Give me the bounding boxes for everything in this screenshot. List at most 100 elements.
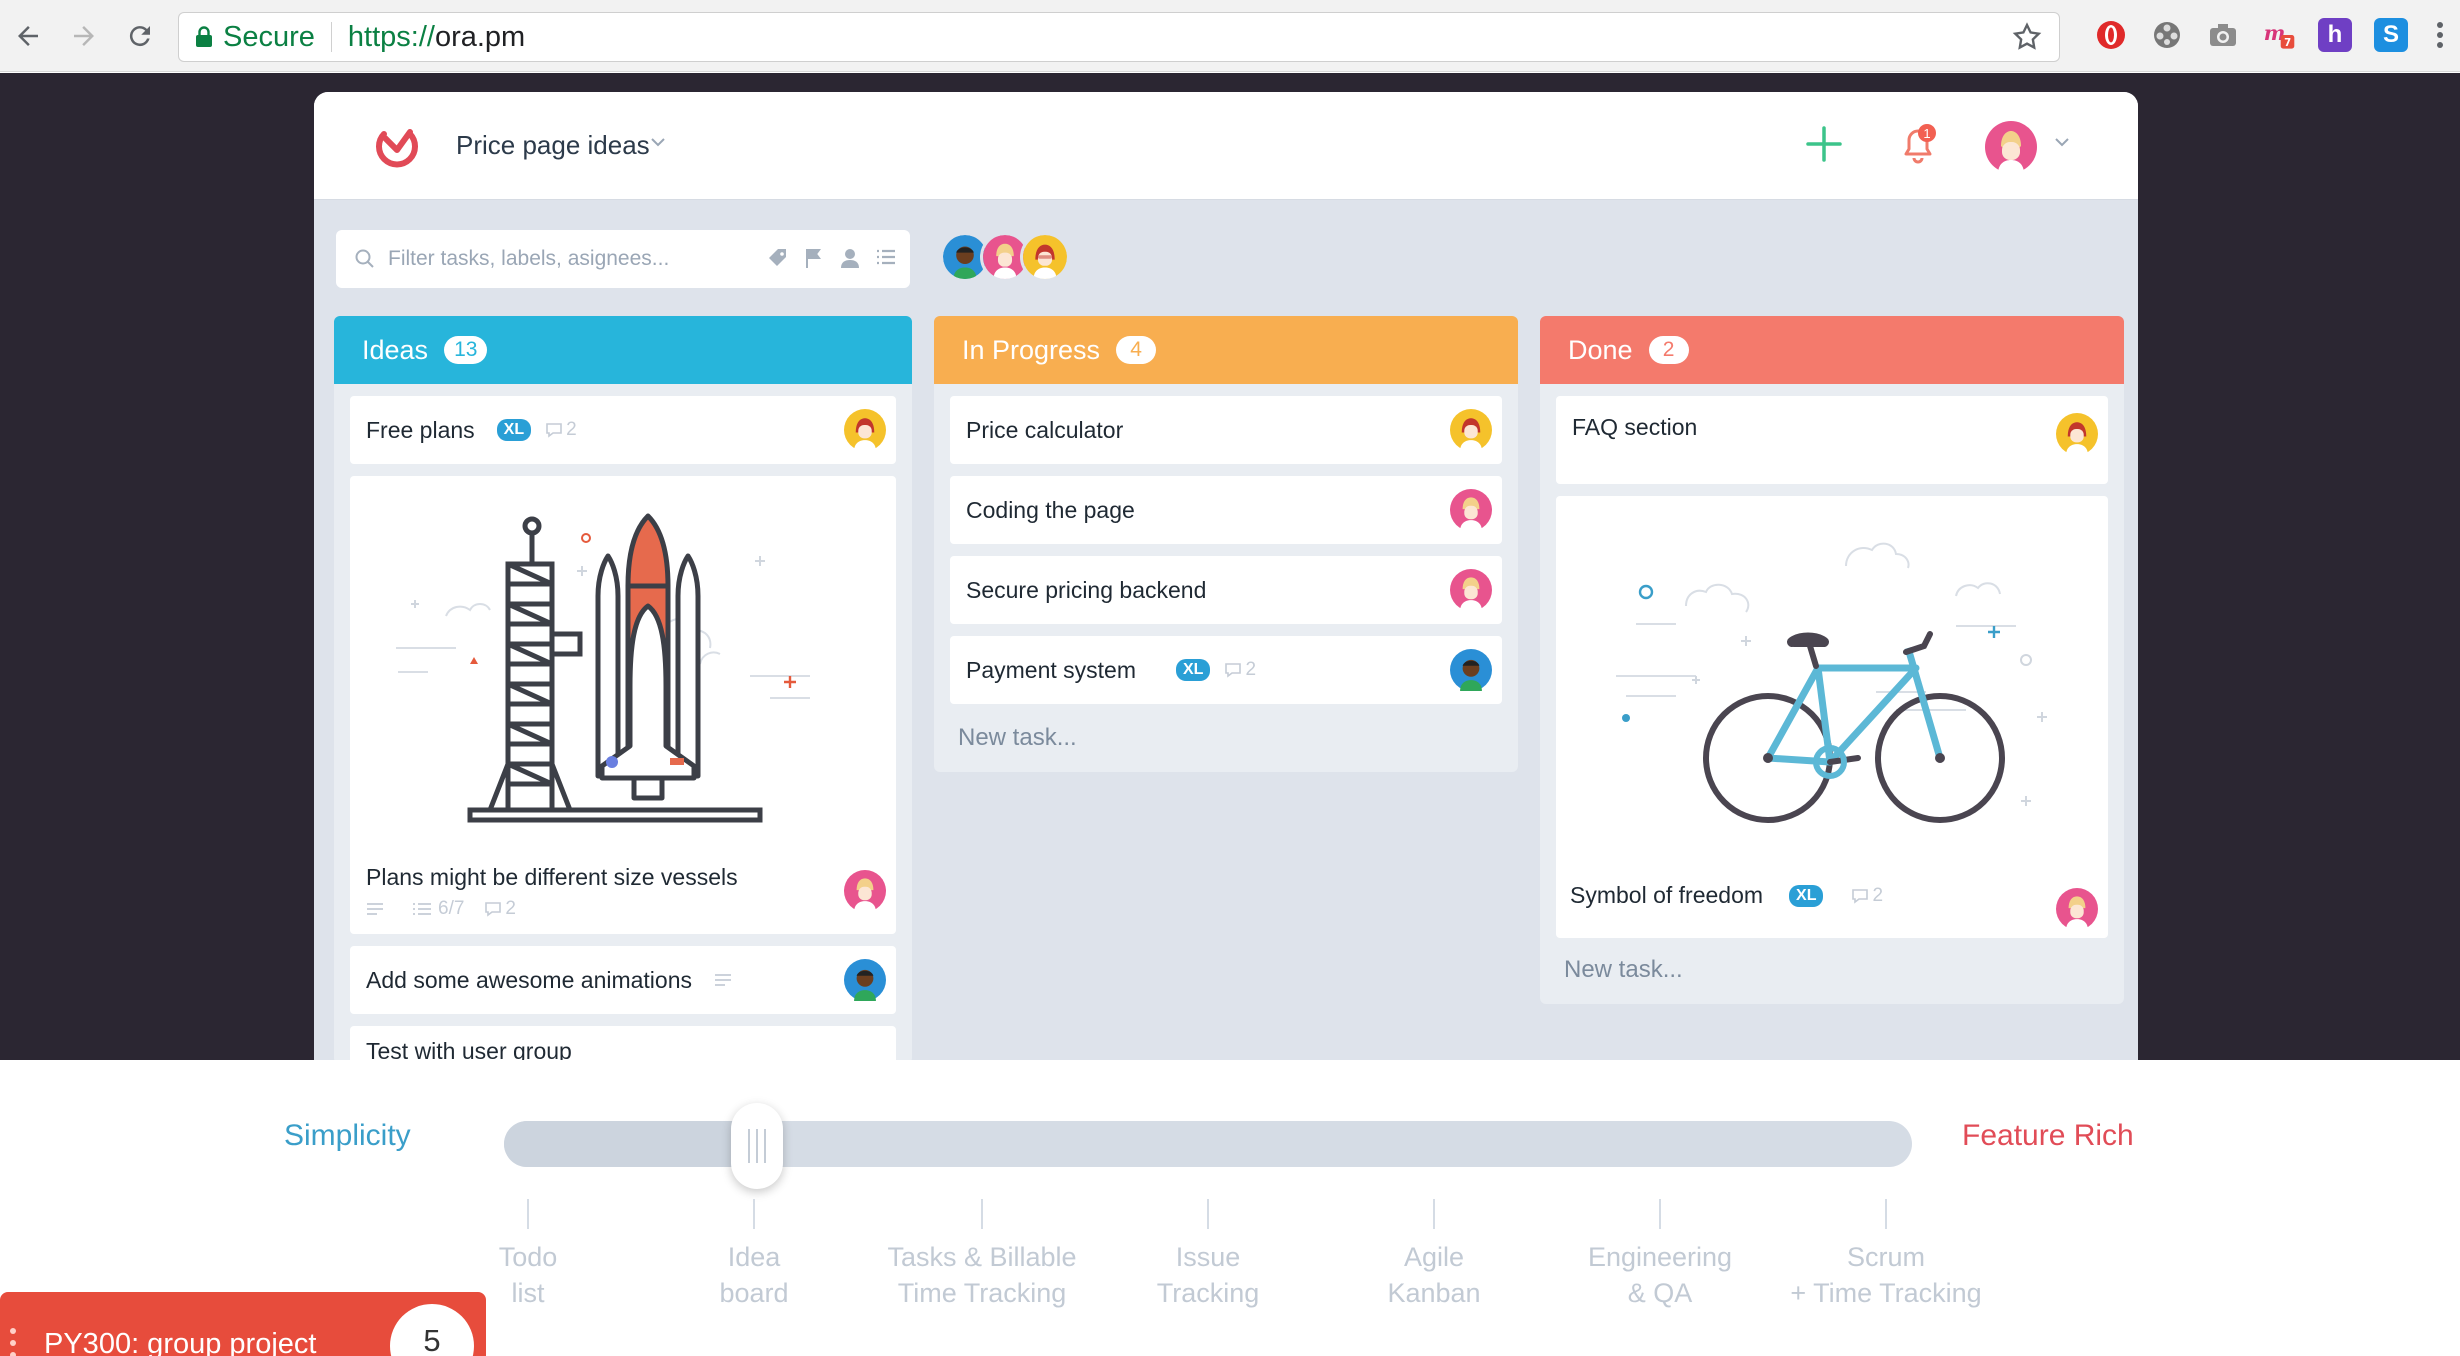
task-card[interactable]: Coding the page (950, 476, 1502, 544)
project-title[interactable]: Price page ideas (456, 130, 650, 161)
team-avatars (940, 232, 1070, 282)
task-title-wrap: Symbol of freedom XL 2 (1570, 882, 1883, 909)
task-card-with-image[interactable]: Plans might be different size vessels 6/… (350, 476, 896, 934)
description-icon (367, 903, 383, 915)
s-extension-icon[interactable]: S (2374, 18, 2408, 52)
notification-badge: 5 (390, 1304, 474, 1356)
team-avatar[interactable] (1020, 232, 1070, 282)
column-header-in-progress[interactable]: In Progress 4 (934, 316, 1518, 384)
search-icon (355, 249, 374, 268)
task-card[interactable]: Secure pricing backend (950, 556, 1502, 624)
secure-indicator[interactable]: Secure (179, 21, 332, 53)
task-card[interactable]: Add some awesome animations (350, 946, 896, 1014)
ora-logo-icon (376, 129, 418, 168)
stop-label-line1: Engineering (1587, 1242, 1733, 1272)
stop-label-line2: & QA (1627, 1278, 1693, 1308)
task-card-with-image[interactable]: Symbol of freedom XL 2 (1556, 496, 2108, 938)
task-card[interactable]: FAQ section (1556, 396, 2108, 484)
checklist-progress: 6/7 (438, 898, 465, 919)
reload-button[interactable] (120, 16, 160, 56)
arrow-right-icon (74, 26, 94, 46)
slider-stop[interactable]: Engineering & QA (1530, 1199, 1790, 1311)
menu-dots-icon[interactable] (2430, 18, 2450, 52)
slider-left-label: Simplicity (284, 1119, 411, 1152)
stop-tick (1207, 1199, 1209, 1229)
assignee-avatar[interactable] (844, 959, 886, 1001)
stop-label-line2: Time Tracking (897, 1278, 1067, 1308)
slider-stop[interactable]: Scrum + Time Tracking (1756, 1199, 2016, 1311)
notes-extension-icon[interactable]: m7 (2262, 18, 2296, 52)
slider-stop[interactable]: Agile Kanban (1304, 1199, 1564, 1311)
assignee-avatar[interactable] (2056, 888, 2098, 930)
column-in-progress: In Progress 4 Price calculator Coding th… (934, 316, 1518, 772)
list-filter-icon[interactable] (874, 246, 898, 270)
assignee-avatar[interactable] (1450, 569, 1492, 611)
filter-placeholder: Filter tasks, labels, asignees... (388, 247, 670, 270)
task-title: Add some awesome animations (366, 966, 692, 993)
column-title: Ideas (362, 334, 429, 365)
task-card[interactable]: Test with user group (350, 1026, 896, 1060)
column-title: In Progress (962, 334, 1101, 365)
lock-icon (196, 26, 212, 47)
bookmark-star-button[interactable] (2011, 21, 2043, 61)
comment-icon (1225, 663, 1242, 678)
comment-count-value: 2 (505, 898, 516, 919)
notification-tab[interactable]: PY300: group project 5 (0, 1292, 486, 1356)
back-button[interactable] (8, 16, 48, 56)
avatar-icon (1985, 121, 2037, 174)
assignee-avatar[interactable] (1450, 489, 1492, 531)
filter-bar[interactable]: Filter tasks, labels, asignees... (336, 230, 910, 288)
address-bar[interactable]: Secure https://ora.pm (178, 12, 2060, 62)
column-header-ideas[interactable]: Ideas 13 (334, 316, 912, 384)
slider-stop[interactable]: Issue Tracking (1078, 1199, 1338, 1311)
stop-label-line2: Kanban (1387, 1278, 1481, 1308)
stop-label-line1: Issue (1175, 1242, 1241, 1272)
task-title-wrap: Plans might be different size vessels (366, 864, 738, 891)
camera-extension-icon[interactable] (2206, 18, 2240, 52)
slider-stop[interactable]: Idea board (624, 1199, 884, 1311)
user-avatar[interactable] (1984, 120, 2038, 179)
assignee-avatar[interactable] (844, 409, 886, 451)
task-card[interactable]: Price calculator (950, 396, 1502, 464)
chevron-down-icon (651, 138, 665, 147)
stop-label-line1: Idea (727, 1242, 781, 1272)
plus-icon (1806, 126, 1842, 162)
task-card[interactable]: Payment system XL 2 (950, 636, 1502, 704)
assignee-avatar[interactable] (844, 870, 886, 912)
assignee-avatar[interactable] (2056, 413, 2098, 455)
new-task-button[interactable]: New task... (950, 716, 1502, 756)
notifications-button[interactable]: 1 (1896, 122, 1940, 171)
forward-button[interactable] (64, 16, 104, 56)
assignee-avatar[interactable] (1450, 649, 1492, 691)
notification-count: 1 (1923, 126, 1930, 141)
flag-filter-icon[interactable] (802, 246, 826, 270)
ora-logo[interactable] (370, 120, 424, 179)
drag-handle-icon[interactable] (10, 1328, 16, 1356)
slider-thumb[interactable] (731, 1103, 784, 1189)
app-window: Price page ideas 1 Filter tasks, labels,… (314, 92, 2138, 1060)
user-menu-chevron[interactable] (2052, 132, 2072, 157)
comment-icon (485, 902, 502, 917)
task-title: FAQ section (1572, 414, 1698, 440)
assignee-avatar[interactable] (1450, 409, 1492, 451)
reload-icon (129, 26, 150, 47)
stop-label-line2: board (719, 1278, 789, 1308)
slider-stop[interactable]: Tasks & Billable Time Tracking (852, 1199, 1112, 1311)
url-text[interactable]: https://ora.pm (332, 21, 525, 54)
project-dropdown-chevron[interactable] (648, 132, 668, 157)
assignee-filter-icon[interactable] (838, 246, 862, 270)
label-filter-icon[interactable] (766, 246, 790, 270)
column-count: 2 (1648, 336, 1689, 364)
slider-track[interactable] (504, 1121, 1912, 1167)
task-title: Test with user group (366, 1038, 572, 1060)
opera-extension-icon[interactable] (2094, 18, 2128, 52)
column-header-done[interactable]: Done 2 (1540, 316, 2124, 384)
app-header: Price page ideas 1 (314, 92, 2138, 200)
new-task-button[interactable]: New task... (1556, 950, 2108, 988)
h-extension-icon[interactable]: h (2318, 18, 2352, 52)
add-button[interactable] (1804, 124, 1844, 169)
column-body: Price calculator Coding the page Secure … (934, 384, 1518, 772)
stop-tick (1885, 1199, 1887, 1229)
task-card[interactable]: Free plans XL 2 (350, 396, 896, 464)
film-extension-icon[interactable] (2150, 18, 2184, 52)
